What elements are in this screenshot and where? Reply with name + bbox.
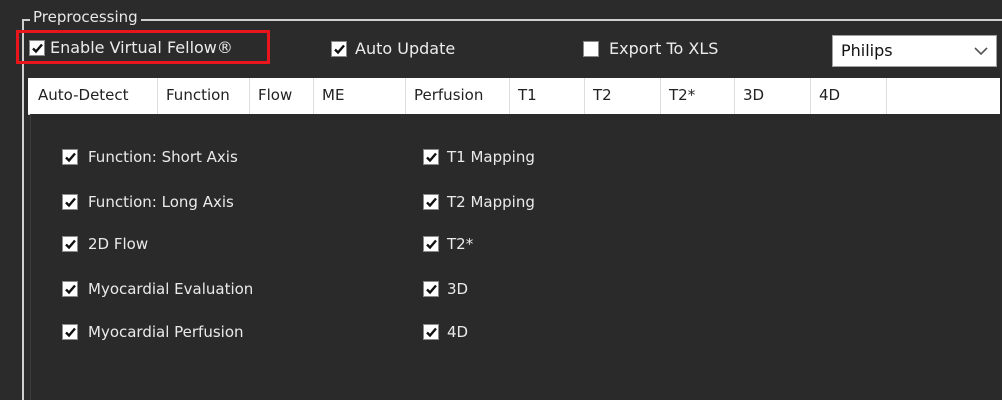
tab-3d[interactable]: 3D	[735, 78, 811, 114]
t2-star-checkbox[interactable]	[423, 236, 439, 252]
tab-auto-detect[interactable]: Auto-Detect	[28, 78, 158, 114]
tab-perfusion[interactable]: Perfusion	[406, 78, 510, 114]
tab-flow[interactable]: Flow	[250, 78, 314, 114]
group-frame-top	[22, 19, 1002, 21]
tab-t2-star[interactable]: T2*	[661, 78, 735, 114]
tab-t1[interactable]: T1	[510, 78, 585, 114]
tab-bar: Auto-Detect Function Flow ME Perfusion T…	[28, 78, 1000, 115]
tab-t2[interactable]: T2	[585, 78, 661, 114]
3d-checkbox[interactable]	[423, 281, 439, 297]
checkmark-icon	[426, 327, 437, 338]
checkmark-icon	[65, 284, 76, 295]
function-short-axis-label: Function: Short Axis	[88, 148, 238, 166]
highlight-box	[16, 30, 270, 64]
tab-function[interactable]: Function	[158, 78, 250, 114]
checkmark-icon	[426, 197, 437, 208]
function-short-axis-checkbox[interactable]	[62, 149, 78, 165]
2d-flow-label: 2D Flow	[88, 235, 149, 253]
checkmark-icon	[426, 239, 437, 250]
chevron-down-icon	[974, 47, 988, 56]
checkmark-icon	[426, 152, 437, 163]
function-long-axis-checkbox[interactable]	[62, 194, 78, 210]
t2-star-label: T2*	[447, 235, 474, 253]
myocardial-perfusion-checkbox[interactable]	[62, 324, 78, 340]
checkmark-icon	[65, 152, 76, 163]
3d-label: 3D	[447, 280, 469, 298]
myocardial-evaluation-label: Myocardial Evaluation	[88, 280, 254, 298]
t1-mapping-label: T1 Mapping	[447, 148, 535, 166]
vendor-select[interactable]: Philips	[832, 35, 997, 67]
auto-update-checkbox[interactable]	[331, 41, 347, 57]
vendor-select-value: Philips	[841, 41, 893, 60]
t1-mapping-checkbox[interactable]	[423, 149, 439, 165]
tab-me[interactable]: ME	[314, 78, 406, 114]
4d-checkbox[interactable]	[423, 324, 439, 340]
checkmark-icon	[334, 44, 345, 55]
checkmark-icon	[65, 239, 76, 250]
group-title: Preprocessing	[30, 8, 141, 26]
checkmark-icon	[65, 327, 76, 338]
2d-flow-checkbox[interactable]	[62, 236, 78, 252]
group-frame-left	[22, 19, 24, 400]
myocardial-perfusion-label: Myocardial Perfusion	[88, 323, 244, 341]
auto-update-label: Auto Update	[355, 39, 456, 58]
tab-4d[interactable]: 4D	[811, 78, 887, 114]
function-long-axis-label: Function: Long Axis	[88, 193, 234, 211]
4d-label: 4D	[447, 323, 469, 341]
export-to-xls-checkbox[interactable]	[583, 41, 599, 57]
checkmark-icon	[65, 197, 76, 208]
t2-mapping-label: T2 Mapping	[447, 193, 535, 211]
t2-mapping-checkbox[interactable]	[423, 194, 439, 210]
checkmark-icon	[426, 284, 437, 295]
export-to-xls-label: Export To XLS	[609, 39, 719, 58]
myocardial-evaluation-checkbox[interactable]	[62, 281, 78, 297]
